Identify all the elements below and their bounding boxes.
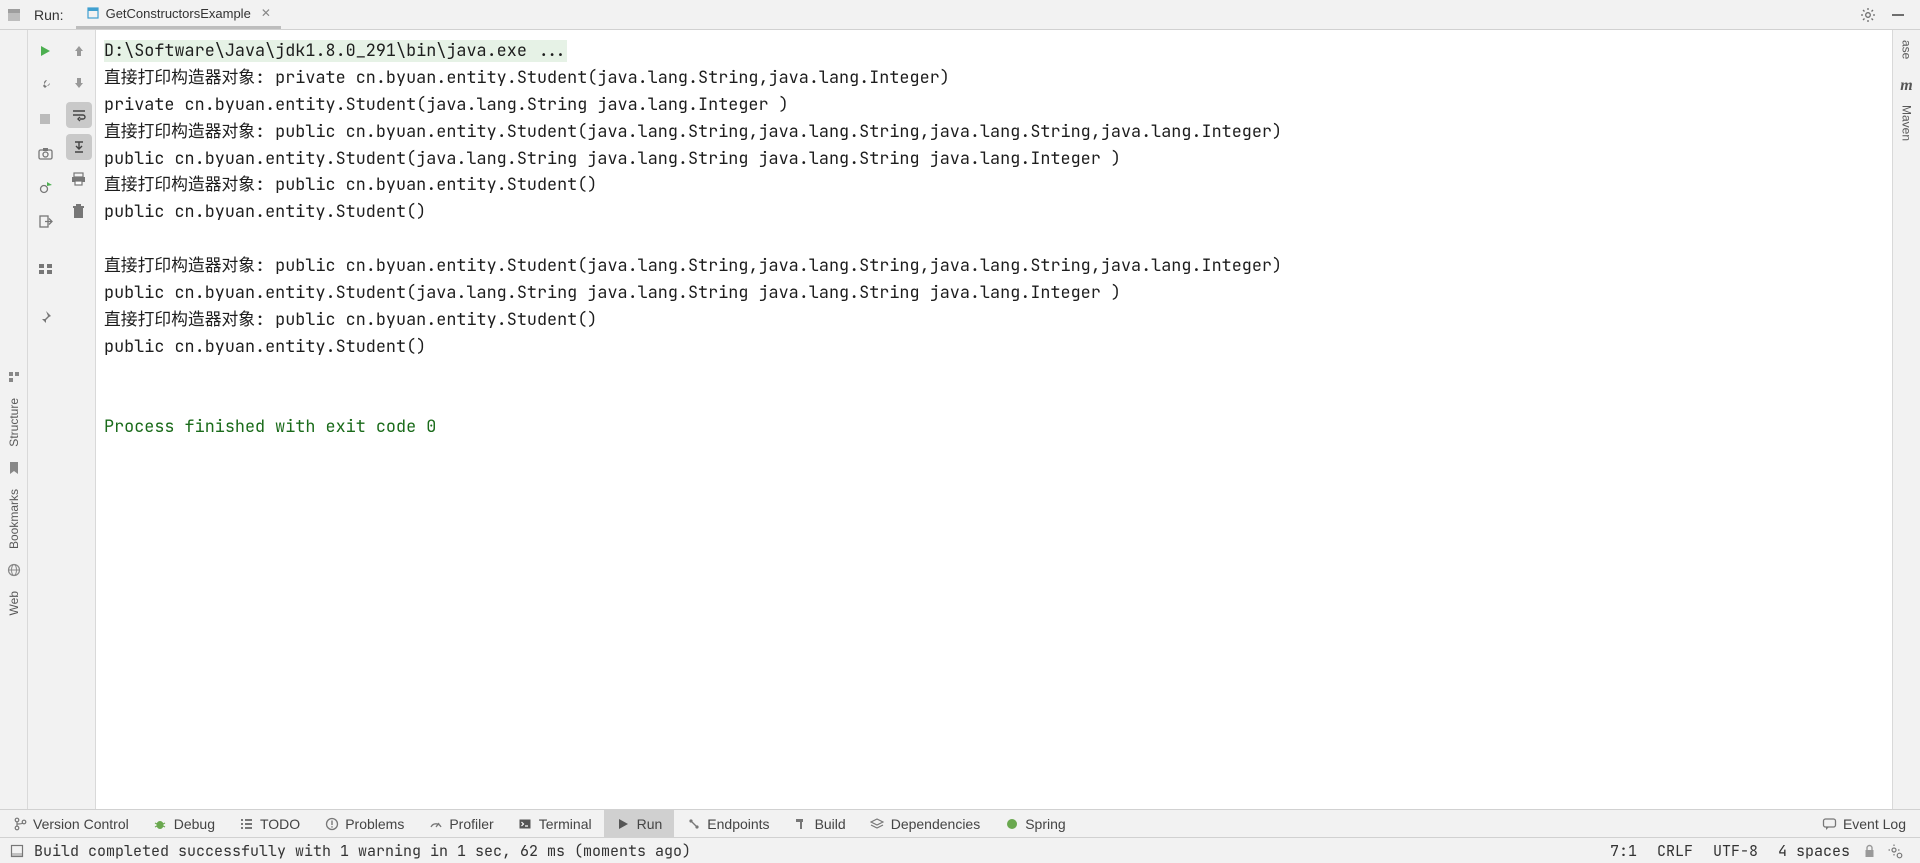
tab-label: Debug — [174, 816, 215, 832]
sidebar-item-maven[interactable]: Maven — [1900, 105, 1914, 141]
console-line: 直接打印构造器对象: public cn.byuan.entity.Studen… — [104, 174, 597, 196]
tab-label: Dependencies — [891, 816, 981, 832]
scroll-to-end-toggle[interactable] — [66, 134, 92, 160]
up-icon[interactable] — [66, 38, 92, 64]
list-icon — [239, 816, 254, 831]
run-label: Run: — [28, 7, 70, 23]
tab-profiler[interactable]: Profiler — [416, 810, 505, 837]
spring-icon — [1004, 816, 1019, 831]
console-command-line: D:\Software\Java\jdk1.8.0_291\bin\java.e… — [104, 40, 567, 62]
structure-icon[interactable] — [3, 366, 25, 388]
tab-run[interactable]: Run — [604, 810, 675, 837]
trash-icon[interactable] — [66, 198, 92, 224]
bottom-tool-tabs: Version Control Debug TODO Problems Prof… — [0, 809, 1920, 837]
minimize-icon[interactable] — [1890, 7, 1906, 23]
pin-icon[interactable] — [32, 304, 58, 330]
play-icon — [616, 816, 631, 831]
tab-label: Build — [815, 816, 846, 832]
console-line: public cn.byuan.entity.Student() — [104, 336, 426, 358]
close-icon[interactable]: ✕ — [261, 6, 271, 20]
console-line: 直接打印构造器对象: public cn.byuan.entity.Studen… — [104, 255, 1282, 277]
console-output[interactable]: D:\Software\Java\jdk1.8.0_291\bin\java.e… — [96, 30, 1892, 809]
console-line: private cn.byuan.entity.Student(java.lan… — [104, 94, 789, 116]
tab-terminal[interactable]: Terminal — [506, 810, 604, 837]
status-indent[interactable]: 4 spaces — [1768, 841, 1860, 861]
endpoints-icon — [686, 816, 701, 831]
rerun-button[interactable] — [32, 38, 58, 64]
tab-label: Terminal — [539, 816, 592, 832]
lock-icon[interactable] — [1860, 842, 1878, 860]
tab-version-control[interactable]: Version Control — [0, 810, 141, 837]
run-tab-title: GetConstructorsExample — [106, 6, 251, 21]
run-actions-column — [28, 30, 62, 809]
maven-icon[interactable]: m — [1900, 77, 1912, 95]
gear-icon[interactable] — [1860, 7, 1876, 23]
tab-problems[interactable]: Problems — [312, 810, 416, 837]
soft-wrap-toggle[interactable] — [66, 102, 92, 128]
layout-icon[interactable] — [32, 256, 58, 282]
console-actions-column — [62, 30, 96, 809]
tab-label: Profiler — [449, 816, 493, 832]
tool-window-icon — [0, 1, 28, 29]
tab-todo[interactable]: TODO — [227, 810, 312, 837]
terminal-icon — [518, 816, 533, 831]
tab-dependencies[interactable]: Dependencies — [858, 810, 993, 837]
bug-icon — [153, 816, 168, 831]
tab-build[interactable]: Build — [782, 810, 858, 837]
tool-windows-icon[interactable] — [8, 842, 26, 860]
status-build-message: Build completed successfully with 1 warn… — [34, 841, 691, 861]
layers-icon — [870, 816, 885, 831]
stop-button[interactable] — [32, 106, 58, 132]
down-icon[interactable] — [66, 70, 92, 96]
hammer-icon — [794, 816, 809, 831]
run-tool-window-header: Run: GetConstructorsExample ✕ — [0, 0, 1920, 30]
tab-label: Endpoints — [707, 816, 769, 832]
settings-sync-icon[interactable] — [1886, 842, 1904, 860]
console-exit-line: Process finished with exit code 0 — [104, 416, 436, 438]
console-line: public cn.byuan.entity.Student() — [104, 201, 426, 223]
debug-attach-icon[interactable] — [32, 174, 58, 200]
tab-label: Event Log — [1843, 816, 1906, 832]
print-icon[interactable] — [66, 166, 92, 192]
exit-icon[interactable] — [32, 208, 58, 234]
console-line: 直接打印构造器对象: public cn.byuan.entity.Studen… — [104, 309, 597, 331]
right-tool-strip: ase m Maven — [1892, 30, 1920, 809]
branch-icon — [12, 816, 27, 831]
web-icon[interactable] — [3, 559, 25, 581]
tab-label: Problems — [345, 816, 404, 832]
tab-debug[interactable]: Debug — [141, 810, 227, 837]
tab-endpoints[interactable]: Endpoints — [674, 810, 781, 837]
wrench-icon[interactable] — [32, 72, 58, 98]
run-tab-getconstructorsexample[interactable]: GetConstructorsExample ✕ — [76, 0, 281, 29]
tab-label: Run — [637, 816, 663, 832]
speech-icon — [1822, 817, 1837, 831]
sidebar-item-ase[interactable]: ase — [1900, 40, 1914, 59]
sidebar-item-web[interactable]: Web — [7, 591, 21, 615]
left-tool-strip: Structure Bookmarks Web — [0, 30, 28, 809]
warning-icon — [324, 816, 339, 831]
status-caret-position[interactable]: 7:1 — [1600, 841, 1647, 861]
tab-label: Version Control — [33, 816, 129, 832]
sidebar-item-bookmarks[interactable]: Bookmarks — [7, 489, 21, 549]
console-line: 直接打印构造器对象: private cn.byuan.entity.Stude… — [104, 67, 950, 89]
console-line: public cn.byuan.entity.Student(java.lang… — [104, 282, 1121, 304]
tab-spring[interactable]: Spring — [992, 810, 1077, 837]
sidebar-item-structure[interactable]: Structure — [7, 398, 21, 447]
gauge-icon — [428, 816, 443, 831]
tab-label: TODO — [260, 816, 300, 832]
console-line: 直接打印构造器对象: public cn.byuan.entity.Studen… — [104, 121, 1282, 143]
tab-label: Spring — [1025, 816, 1065, 832]
tab-event-log[interactable]: Event Log — [1808, 810, 1920, 837]
bookmark-icon[interactable] — [3, 457, 25, 479]
console-line: public cn.byuan.entity.Student(java.lang… — [104, 148, 1121, 170]
camera-icon[interactable] — [32, 140, 58, 166]
status-encoding[interactable]: UTF-8 — [1703, 841, 1768, 861]
application-icon — [86, 6, 100, 20]
status-line-separator[interactable]: CRLF — [1647, 841, 1703, 861]
status-bar: Build completed successfully with 1 warn… — [0, 837, 1920, 863]
